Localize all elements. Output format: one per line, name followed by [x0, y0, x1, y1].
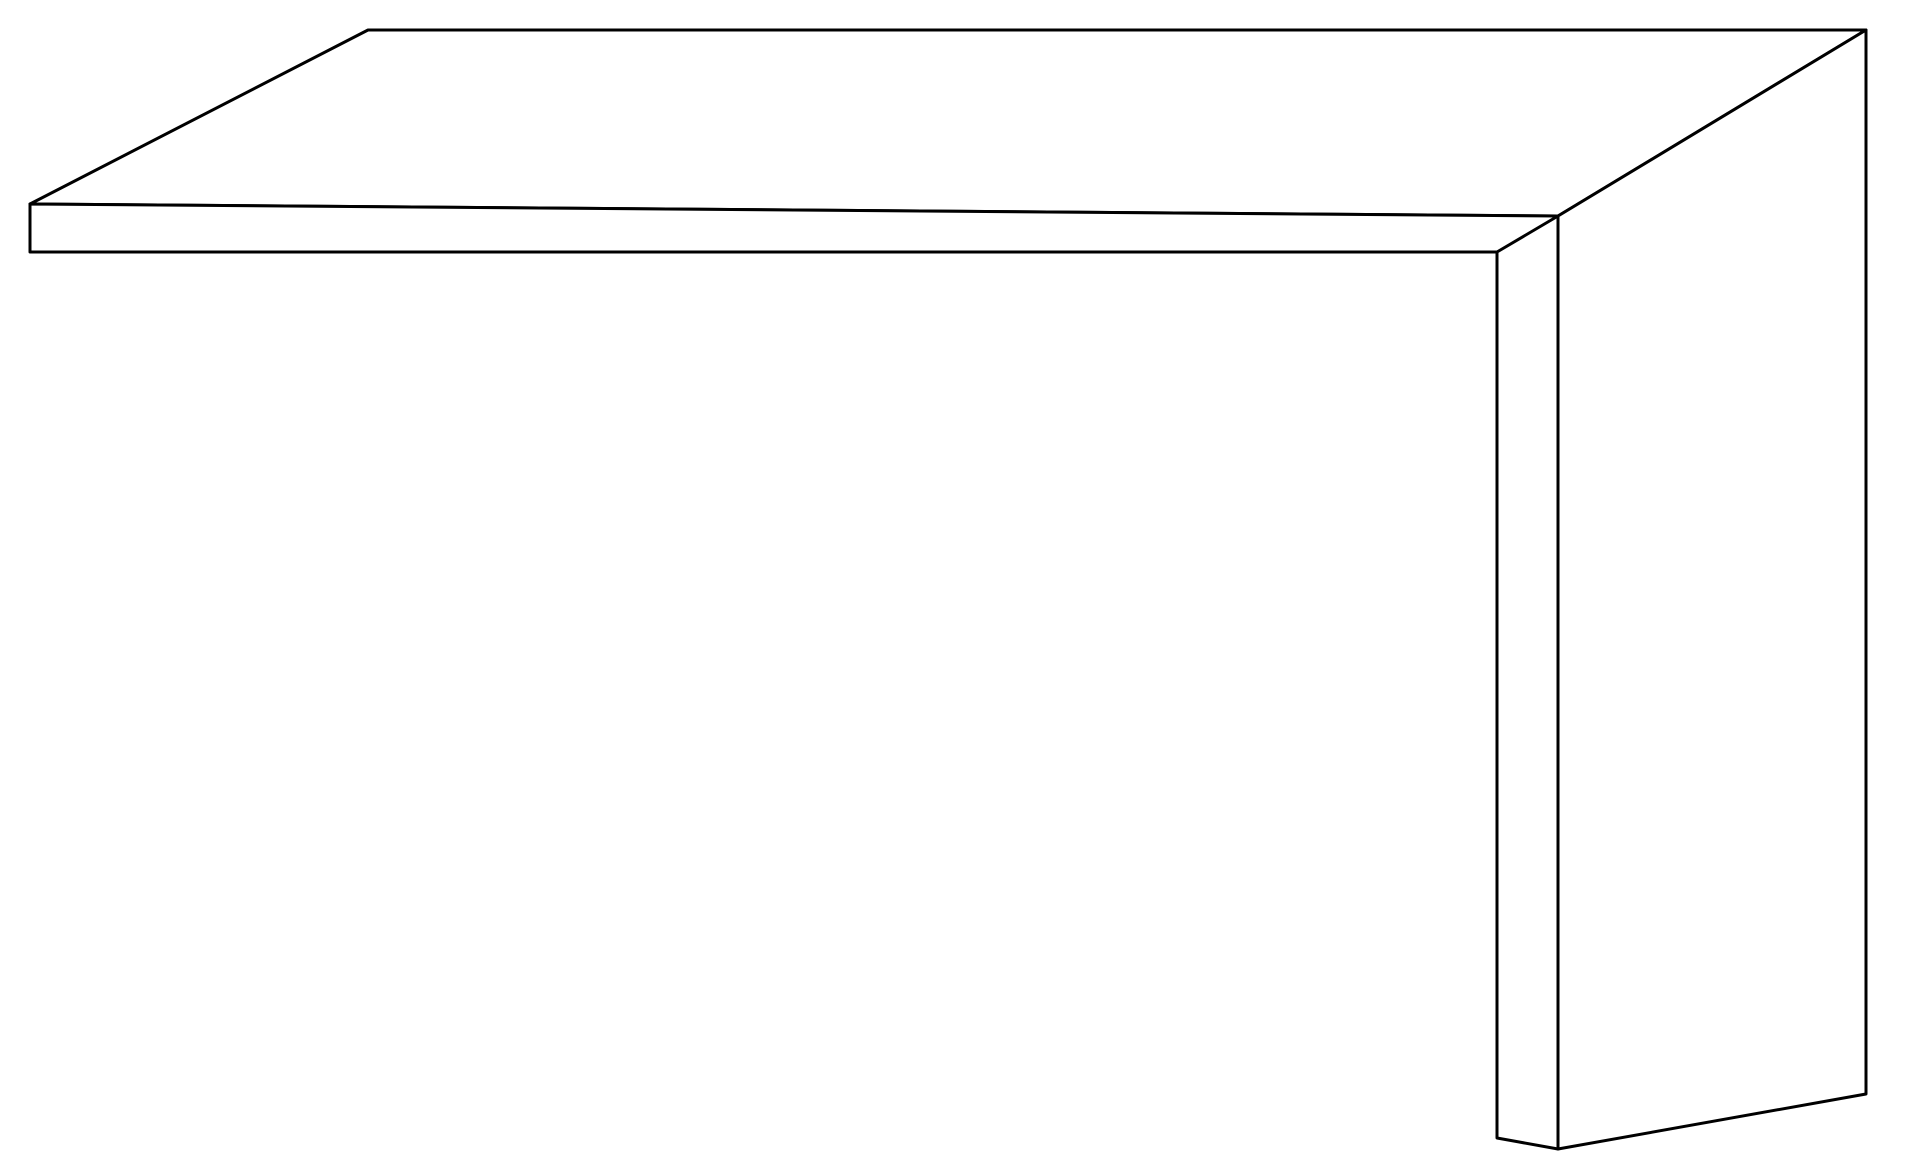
top-face — [30, 30, 1866, 216]
right-side-face — [1558, 30, 1866, 1149]
front-l-face — [30, 204, 1558, 1149]
l-bracket-diagram — [0, 0, 1919, 1173]
